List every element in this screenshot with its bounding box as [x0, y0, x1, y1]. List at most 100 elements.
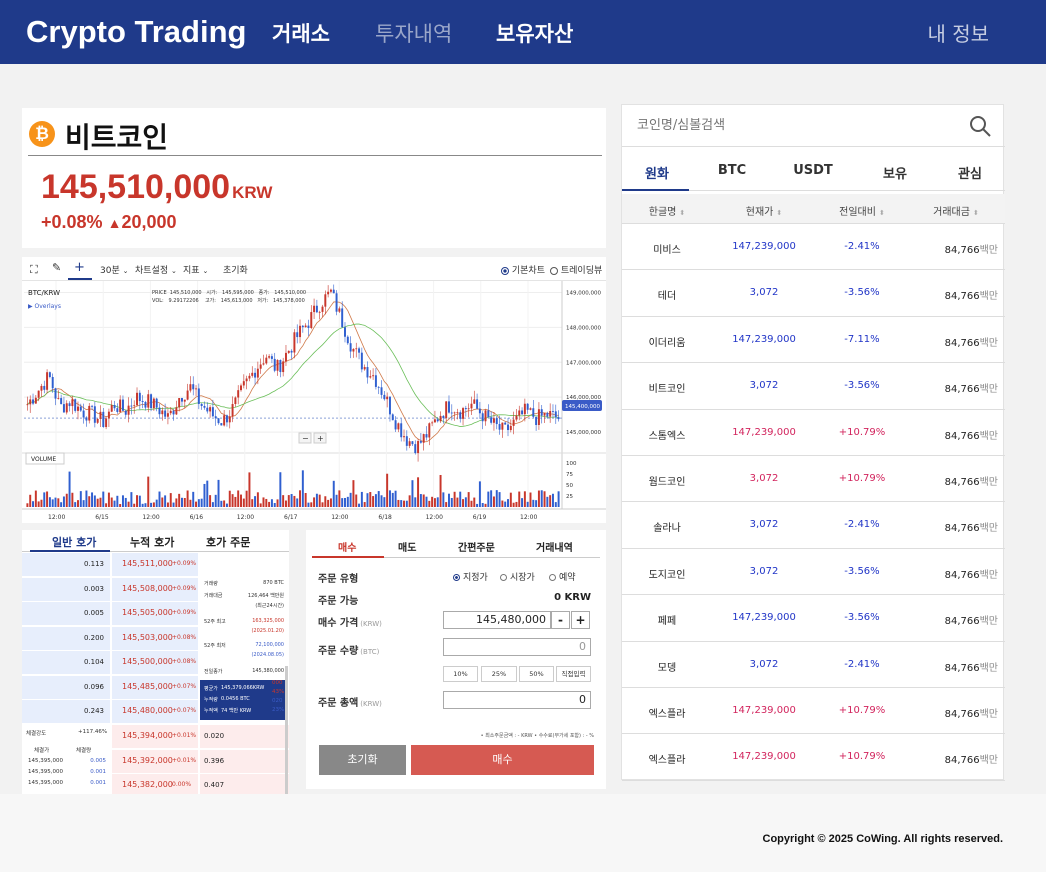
market-row[interactable]: 비트코인 3,072 -3.56% 84,766백만: [622, 363, 1005, 410]
volume-bar: [68, 471, 71, 507]
market-row[interactable]: 모뎅 3,072 -2.41% 84,766백만: [622, 642, 1005, 688]
candle-body: [394, 420, 397, 430]
ask-row[interactable]: 0.243 145,480,000 +0.07%: [22, 700, 198, 724]
volume-bar: [161, 497, 164, 507]
header-price-label: 현재가: [745, 207, 774, 218]
radio-on-icon: [453, 574, 460, 581]
market-row[interactable]: 웜드코인 3,072 +10.79% 84,766백만: [622, 456, 1005, 503]
candle-body: [470, 403, 473, 409]
nav-my-info[interactable]: 내 정보: [927, 18, 989, 47]
candle-body: [301, 325, 304, 328]
price-decrease-button[interactable]: -: [551, 611, 570, 629]
market-row[interactable]: 미비스 147,239,000 -2.41% 84,766백만: [622, 224, 1005, 271]
market-row[interactable]: 이더리움 147,239,000 -7.11% 84,766백만: [622, 317, 1005, 364]
ask-row[interactable]: 0.200 145,503,000 +0.08%: [22, 626, 198, 651]
trade-row: 145,395,000 0.005: [28, 758, 106, 764]
pct-custom-button[interactable]: 직접입력: [556, 666, 591, 682]
candlestick-chart[interactable]: 149,000,000148,000,000147,000,000146,000…: [22, 281, 606, 523]
buy-button[interactable]: 매수: [411, 745, 594, 775]
tab-simple-order[interactable]: 간편주문: [458, 539, 495, 554]
tab-normal-orderbook[interactable]: 일반 호가: [52, 534, 96, 550]
interval-select[interactable]: 30분 ⌄: [100, 263, 128, 276]
candle-body: [507, 424, 509, 431]
crosshair-icon[interactable]: +: [74, 260, 85, 275]
tab-sell[interactable]: 매도: [398, 539, 416, 554]
tab-btc[interactable]: BTC: [697, 163, 767, 178]
nav-exchange[interactable]: 거래소: [272, 18, 330, 48]
header-change[interactable]: 전일대비 ⬍: [802, 203, 922, 218]
candle-body: [26, 404, 29, 406]
radio-limit[interactable]: 지정가: [453, 570, 488, 583]
indicators-select[interactable]: 지표 ⌄: [183, 263, 208, 276]
tab-usdt[interactable]: USDT: [778, 163, 848, 178]
coin-change: -2.41%: [844, 658, 880, 670]
change-percent: +0.08%: [41, 212, 103, 232]
scrollbar[interactable]: [285, 666, 288, 794]
radio-market[interactable]: 시장가: [500, 570, 535, 583]
chart-settings-select[interactable]: 차트설정 ⌄: [135, 263, 177, 276]
reset-button[interactable]: 초기화: [319, 745, 406, 775]
tradingview-radio[interactable]: 트레이딩뷰: [550, 263, 602, 276]
ask-qty: 0.104: [83, 658, 104, 666]
volume-bar: [262, 497, 265, 507]
market-row[interactable]: 엑스플라 147,239,000 +10.79% 84,766백만: [622, 734, 1005, 781]
candle-body: [518, 410, 521, 416]
candle-body: [99, 411, 102, 419]
ask-row[interactable]: 0.096 145,485,000 +0.07%: [22, 675, 198, 700]
market-row[interactable]: 도지코인 3,072 -3.56% 84,766백만: [622, 549, 1005, 596]
tooltip-line: 평균가 145,379,066KRW: [204, 685, 266, 692]
basic-chart-label: 기본차트: [511, 266, 545, 276]
pencil-icon[interactable]: ✎: [52, 261, 61, 274]
limit-label: 지정가: [463, 573, 488, 583]
market-row[interactable]: 페페 147,239,000 -3.56% 84,766백만: [622, 595, 1005, 642]
info-value: 72,100,000: [255, 642, 284, 648]
tab-holdings[interactable]: 보유: [860, 163, 930, 182]
header-volume[interactable]: 거래대금 ⬍: [918, 203, 994, 218]
ask-row[interactable]: 0.113 145,511,000 +0.09%: [22, 553, 198, 577]
candle-body: [71, 399, 74, 407]
market-row[interactable]: 테더 3,072 -3.56% 84,766백만: [622, 270, 1005, 317]
ask-row[interactable]: 0.003 145,508,000 +0.09%: [22, 577, 198, 602]
ask-row[interactable]: 0.005 145,505,000 +0.09%: [22, 602, 198, 626]
volume-bar: [276, 499, 279, 507]
market-row[interactable]: 스톰엑스 147,239,000 +10.79% 84,766백만: [622, 410, 1005, 456]
tab-favorites[interactable]: 관심: [935, 163, 1005, 182]
price-increase-button[interactable]: +: [571, 611, 590, 629]
coin-search-input[interactable]: [637, 118, 937, 133]
volume-bar: [57, 498, 60, 507]
pct-25-button[interactable]: 25%: [481, 666, 517, 682]
brand-logo[interactable]: Crypto Trading: [26, 14, 246, 50]
candle-body: [377, 386, 380, 388]
nav-holdings[interactable]: 보유자산: [496, 18, 573, 48]
basic-chart-radio[interactable]: 기본차트: [501, 263, 545, 276]
search-icon[interactable]: [969, 115, 991, 137]
header-name[interactable]: 한글명 ⬍: [622, 203, 712, 218]
chart-reset-button[interactable]: 초기화: [223, 263, 248, 276]
fullscreen-icon[interactable]: ⛶: [30, 263, 38, 277]
tab-buy[interactable]: 매수: [338, 539, 356, 554]
volume-bar: [388, 490, 391, 507]
overlays-toggle[interactable]: ▶ Overlays: [28, 303, 61, 310]
ask-row[interactable]: 0.104 145,500,000 +0.08%: [22, 651, 198, 675]
price-input[interactable]: 145,480,000: [443, 611, 551, 629]
volume-bar: [414, 497, 417, 507]
volume-unit: 백만: [979, 337, 998, 349]
tab-trade-history[interactable]: 거래내역: [536, 539, 573, 554]
volume-unit: 백만: [979, 569, 998, 581]
tab-orderbook-order[interactable]: 호가 주문: [206, 534, 250, 550]
tab-cumulative-orderbook[interactable]: 누적 호가: [130, 534, 174, 550]
candle-body: [523, 403, 526, 415]
candle-body: [456, 412, 459, 414]
market-row[interactable]: 엑스플라 147,239,000 +10.79% 84,766백만: [622, 688, 1005, 735]
radio-reserve[interactable]: 예약: [549, 570, 576, 583]
market-row[interactable]: 솔라나 3,072 -2.41% 84,766백만: [622, 502, 1005, 549]
chart-settings-label: 차트설정: [135, 266, 169, 276]
volume-axis-label: 25: [566, 494, 573, 500]
nav-investment-history[interactable]: 투자내역: [375, 18, 452, 48]
pct-10-button[interactable]: 10%: [443, 666, 478, 682]
pct-50-button[interactable]: 50%: [519, 666, 554, 682]
volume-bar: [346, 496, 349, 507]
total-input[interactable]: 0: [443, 691, 591, 709]
quantity-input[interactable]: 0: [443, 638, 591, 656]
tab-krw[interactable]: 원화: [622, 163, 692, 182]
